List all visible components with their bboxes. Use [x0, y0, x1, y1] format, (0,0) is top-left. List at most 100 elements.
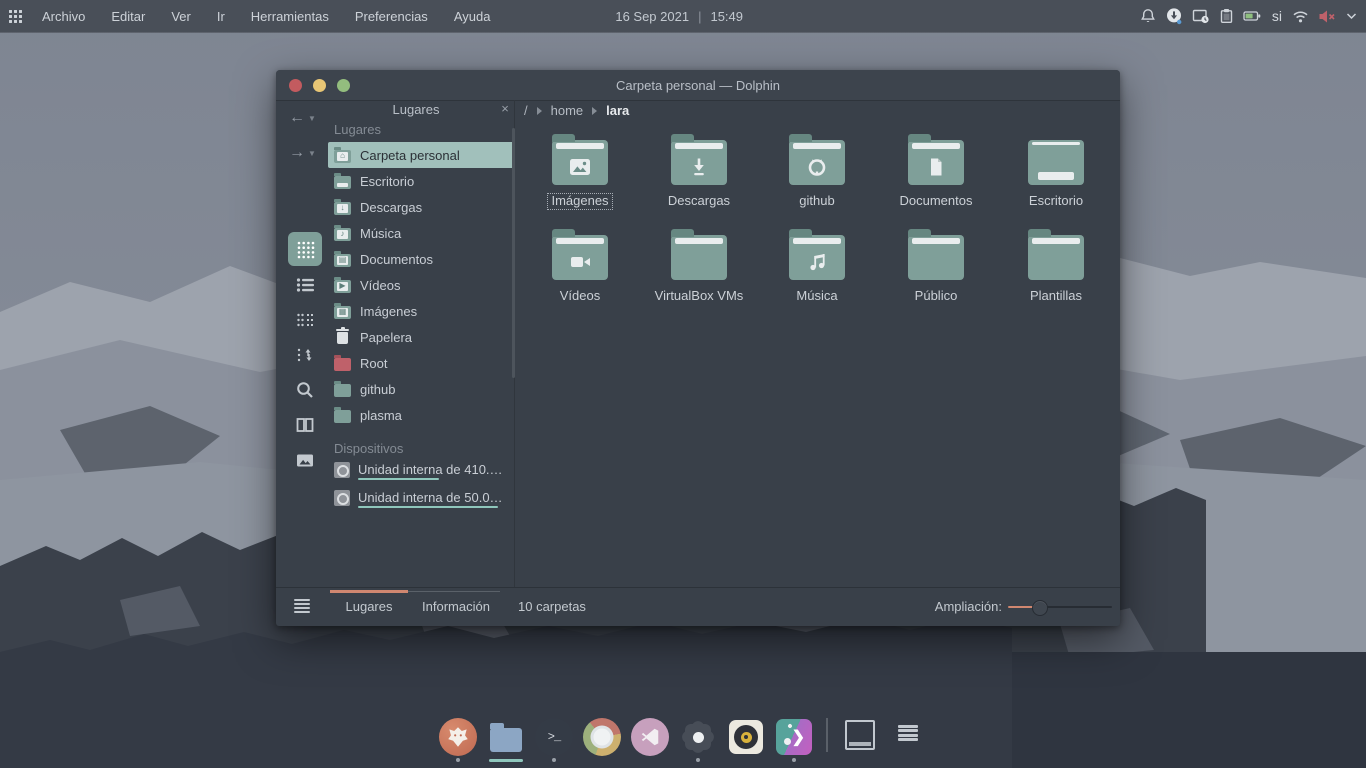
dock-code-editor[interactable] — [630, 712, 670, 762]
file-manager-icon — [490, 728, 522, 752]
dock-settings[interactable] — [678, 712, 718, 762]
folder-icon — [671, 235, 727, 280]
tab-lugares[interactable]: Lugares — [330, 588, 408, 625]
app-launcher-button[interactable] — [0, 0, 30, 32]
dock-terminal[interactable]: >_ — [534, 712, 574, 762]
running-indicator — [696, 758, 700, 762]
active-indicator — [489, 759, 523, 762]
icons-view-button[interactable] — [288, 232, 322, 266]
forward-button[interactable]: →▼ — [289, 144, 316, 162]
zoom-label: Ampliación: — [935, 588, 1002, 625]
places-panel-close-icon[interactable]: × — [496, 100, 514, 118]
sidebar-item-plasma[interactable]: plasma — [328, 402, 514, 428]
maximize-window-button[interactable] — [337, 79, 350, 92]
place-label: plasma — [360, 408, 402, 423]
folder-tile-escritorio[interactable]: Escritorio — [1000, 140, 1112, 210]
panel-clock[interactable]: 16 Sep 2021 | 15:49 — [615, 9, 743, 24]
folder-tile-plantillas[interactable]: Plantillas — [1000, 235, 1112, 305]
sidebar-item-imagenes[interactable]: ▦ Imágenes — [328, 298, 514, 324]
sort-button[interactable] — [288, 338, 322, 372]
clock-time: 15:49 — [710, 9, 743, 24]
split-view-button[interactable] — [288, 408, 322, 442]
sidebar-item-github[interactable]: github — [328, 376, 514, 402]
pictures-folder-icon: ▦ — [334, 306, 351, 319]
place-label: Papelera — [360, 330, 412, 345]
folder-tile-github[interactable]: github — [761, 140, 873, 210]
device-label: Unidad interna de 50.0… — [358, 490, 503, 505]
sidebar-item-musica[interactable]: ♪ Música — [328, 220, 514, 246]
folder-label: github — [799, 194, 834, 209]
dock-media-player[interactable] — [726, 712, 766, 762]
sidebar-item-escritorio[interactable]: Escritorio — [328, 168, 514, 194]
dock-chromium[interactable] — [582, 712, 622, 762]
menu-ir[interactable]: Ir — [217, 9, 225, 24]
menu-preferencias[interactable]: Preferencias — [355, 9, 428, 24]
download-glyph-icon — [687, 155, 711, 179]
breadcrumb-root[interactable]: / — [524, 103, 528, 118]
tray-expand-chevron-icon[interactable] — [1345, 11, 1358, 21]
terminal-icon: >_ — [535, 718, 573, 756]
breadcrumb-home[interactable]: home — [551, 103, 584, 118]
documents-folder-icon: ▤ — [334, 254, 351, 267]
sidebar-item-carpeta-personal[interactable]: ⌂ Carpeta personal — [328, 142, 514, 168]
sidebar-item-videos[interactable]: ▶ Vídeos — [328, 272, 514, 298]
place-label: Imágenes — [360, 304, 417, 319]
details-view-button[interactable] — [288, 268, 322, 302]
download-status-icon[interactable] — [1165, 7, 1183, 25]
tab-informacion[interactable]: Información — [412, 588, 500, 625]
notifications-bell-icon[interactable] — [1140, 8, 1156, 24]
breadcrumb-lara[interactable]: lara — [606, 103, 629, 118]
volume-muted-icon[interactable] — [1318, 9, 1336, 24]
sidebar-item-descargas[interactable]: ↓ Descargas — [328, 194, 514, 220]
minimize-window-button[interactable] — [313, 79, 326, 92]
folder-tile-publico[interactable]: Público — [880, 235, 992, 305]
places-scrollbar[interactable] — [512, 128, 515, 378]
zoom-slider-handle[interactable] — [1032, 600, 1048, 616]
battery-icon[interactable] — [1243, 8, 1262, 24]
menu-ver[interactable]: Ver — [171, 9, 191, 24]
sidebar-device-unidad-410[interactable]: Unidad interna de 410.… — [328, 462, 514, 488]
root-folder-icon — [334, 358, 351, 371]
back-button[interactable]: ←▼ — [289, 109, 316, 127]
folder-icon — [334, 384, 351, 397]
hard-drive-icon — [334, 462, 350, 478]
menu-editar[interactable]: Editar — [111, 9, 145, 24]
compact-view-button[interactable] — [288, 303, 322, 337]
preview-button[interactable] — [288, 443, 322, 477]
clipboard-icon[interactable] — [1219, 8, 1234, 24]
dock-file-manager[interactable] — [486, 712, 526, 762]
sidebar-item-root[interactable]: Root — [328, 350, 514, 376]
menu-herramientas[interactable]: Herramientas — [251, 9, 329, 24]
place-label: Documentos — [360, 252, 433, 267]
clipboard-clock-icon[interactable] — [1192, 8, 1210, 24]
keyboard-layout-indicator[interactable]: si — [1272, 8, 1282, 24]
sidebar-item-papelera[interactable]: Papelera — [328, 324, 514, 350]
menu-archivo[interactable]: Archivo — [42, 9, 85, 24]
music-folder-icon — [789, 235, 845, 280]
dock-firefox[interactable] — [438, 712, 478, 762]
close-window-button[interactable] — [289, 79, 302, 92]
dock-application-menu[interactable] — [888, 712, 928, 762]
places-section-lugares: Lugares — [328, 118, 514, 142]
menu-hamburger-icon[interactable] — [294, 599, 310, 613]
wifi-icon[interactable] — [1292, 9, 1309, 24]
compact-view-icon — [295, 311, 315, 329]
folder-tile-descargas[interactable]: Descargas — [643, 140, 755, 210]
folder-tile-musica[interactable]: Música — [761, 235, 873, 305]
video-camera-icon — [567, 252, 593, 272]
running-indicator — [792, 758, 796, 762]
place-label: Root — [360, 356, 387, 371]
folder-tile-videos[interactable]: Vídeos — [524, 235, 636, 305]
window-titlebar[interactable]: Carpeta personal — Dolphin — [276, 70, 1120, 101]
dock-show-desktop[interactable] — [840, 712, 880, 762]
dock-photo-app[interactable]: ❯ — [774, 712, 814, 762]
folder-tile-imagenes[interactable]: Imágenes — [524, 140, 636, 210]
search-button[interactable] — [288, 373, 322, 407]
folder-tile-virtualbox-vms[interactable]: VirtualBox VMs — [643, 235, 755, 305]
show-desktop-icon — [845, 720, 875, 750]
zoom-slider[interactable] — [1008, 605, 1112, 609]
menu-ayuda[interactable]: Ayuda — [454, 9, 491, 24]
sidebar-device-unidad-50[interactable]: Unidad interna de 50.0… — [328, 490, 514, 516]
folder-tile-documentos[interactable]: Documentos — [880, 140, 992, 210]
sidebar-item-documentos[interactable]: ▤ Documentos — [328, 246, 514, 272]
